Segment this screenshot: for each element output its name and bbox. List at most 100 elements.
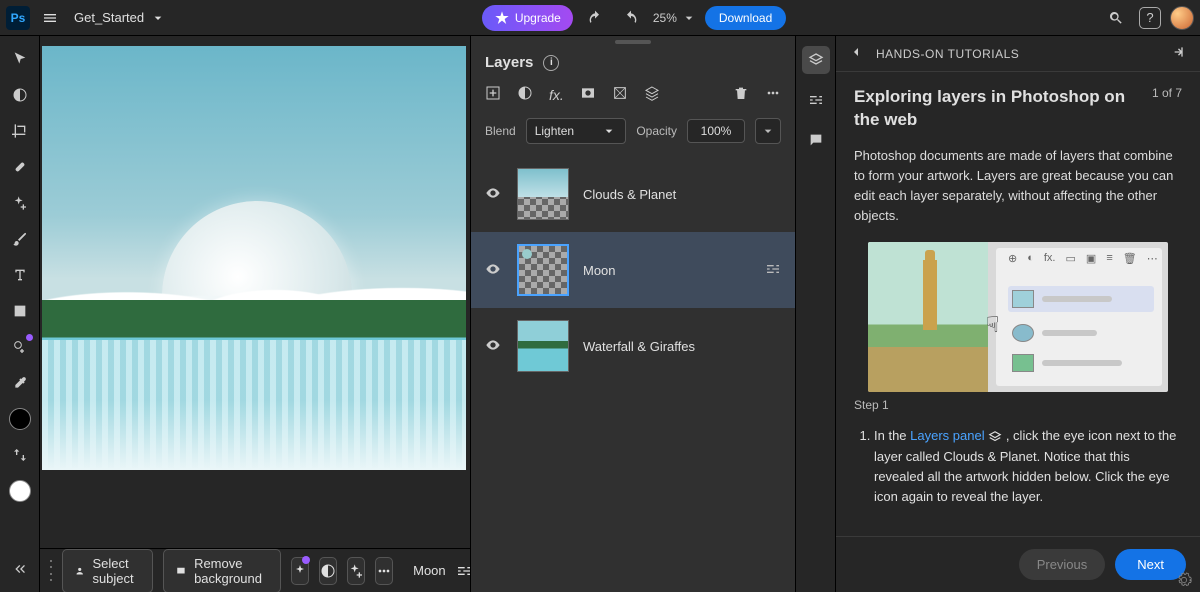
delete-layer-button[interactable] — [733, 85, 749, 104]
tutorial-description: Photoshop documents are made of layers t… — [854, 146, 1182, 227]
visibility-toggle[interactable] — [485, 261, 503, 280]
text-icon — [12, 267, 28, 283]
frame-button[interactable] — [612, 85, 628, 104]
chevron-down-icon — [681, 10, 697, 26]
chevron-down-icon — [601, 123, 617, 139]
adjustment-layer-button[interactable] — [517, 85, 533, 104]
tutorial-dock-button[interactable] — [1172, 44, 1188, 63]
photoshop-logo[interactable]: Ps — [6, 6, 30, 30]
tutorial-title: Exploring layers in Photoshop on the web — [854, 86, 1142, 132]
eye-icon — [485, 185, 501, 201]
collapse-toolbar[interactable] — [5, 554, 35, 584]
hamburger-menu-icon[interactable] — [36, 4, 64, 32]
canvas[interactable] — [42, 46, 466, 470]
crop-tool[interactable] — [5, 116, 35, 146]
dock-right-icon — [1172, 44, 1188, 60]
layer-row[interactable]: Waterfall & Giraffes — [471, 308, 795, 384]
properties-rail-button[interactable] — [802, 86, 830, 114]
person-select-icon — [75, 563, 84, 579]
tutorial-breadcrumb: HANDS-ON TUTORIALS — [876, 47, 1019, 61]
search-icon — [1108, 10, 1124, 26]
opacity-input[interactable]: 100% — [687, 119, 745, 143]
brush-icon — [12, 231, 28, 247]
previous-button[interactable]: Previous — [1019, 549, 1106, 580]
foreground-color[interactable] — [5, 404, 35, 434]
sparkle-plus-icon — [348, 563, 364, 579]
more-actions-button[interactable] — [375, 557, 393, 585]
background-color[interactable] — [5, 476, 35, 506]
cursor-icon — [12, 51, 28, 67]
remove-background-button[interactable]: Remove background — [163, 549, 281, 592]
panel-drag-handle[interactable] — [471, 36, 795, 48]
layer-thumbnail[interactable] — [517, 168, 569, 220]
star-icon — [494, 10, 510, 26]
effects-button[interactable] — [347, 557, 365, 585]
file-name-label: Get_Started — [74, 10, 144, 25]
brush-tool[interactable] — [5, 224, 35, 254]
image-tool[interactable] — [5, 296, 35, 326]
eyedropper-tool[interactable] — [5, 368, 35, 398]
move-tool[interactable] — [5, 44, 35, 74]
comment-icon — [808, 132, 824, 148]
help-icon: ? — [1139, 7, 1161, 29]
layer-row[interactable]: Moon — [471, 232, 795, 308]
layers-icon — [988, 430, 1002, 444]
fx-button[interactable]: fx. — [549, 87, 564, 103]
layers-panel-link[interactable]: Layers panel — [910, 428, 984, 443]
layer-row[interactable]: Clouds & Planet — [471, 156, 795, 232]
search-button[interactable] — [1102, 4, 1130, 32]
mask-button[interactable] — [580, 85, 596, 104]
image-icon — [12, 303, 28, 319]
heal-tool[interactable] — [5, 152, 35, 182]
sliders-icon — [765, 261, 781, 277]
help-button[interactable]: ? — [1136, 4, 1164, 32]
eyedropper-icon — [12, 375, 28, 391]
add-layer-button[interactable] — [485, 85, 501, 104]
more-icon — [765, 85, 781, 101]
upgrade-button[interactable]: Upgrade — [482, 5, 573, 31]
visibility-toggle[interactable] — [485, 337, 503, 356]
layers-stack-button[interactable] — [644, 85, 660, 104]
info-icon[interactable]: i — [543, 55, 559, 71]
comments-rail-button[interactable] — [802, 126, 830, 154]
type-tool[interactable] — [5, 260, 35, 290]
drag-handle-icon[interactable] — [50, 560, 52, 582]
adjustment-button[interactable] — [319, 557, 337, 585]
zoom-dropdown[interactable]: 25% — [653, 10, 697, 26]
user-avatar[interactable] — [1170, 6, 1194, 30]
quick-select-tool[interactable] — [5, 332, 35, 362]
tutorial-back-button[interactable] — [848, 44, 864, 63]
chevron-down-icon — [150, 10, 166, 26]
layer-thumbnail[interactable] — [517, 244, 569, 296]
tutorial-progress: 1 of 7 — [1152, 86, 1182, 100]
adjustment-tool[interactable] — [5, 80, 35, 110]
sliders-icon — [456, 563, 472, 579]
layer-thumbnail[interactable] — [517, 320, 569, 372]
download-button[interactable]: Download — [705, 6, 786, 30]
double-chevron-left-icon — [12, 561, 28, 577]
chevron-left-icon — [848, 44, 864, 60]
generative-tool[interactable] — [5, 188, 35, 218]
file-name-dropdown[interactable]: Get_Started — [74, 10, 166, 26]
layer-properties-button[interactable] — [765, 261, 781, 280]
visibility-toggle[interactable] — [485, 185, 503, 204]
redo-button[interactable] — [617, 4, 645, 32]
blend-label: Blend — [485, 124, 516, 138]
layer-properties-button[interactable] — [456, 557, 472, 585]
bandage-icon — [12, 159, 28, 175]
blend-mode-select[interactable]: Lighten — [526, 118, 627, 144]
more-icon — [376, 563, 392, 579]
select-subject-button[interactable]: Select subject — [62, 549, 153, 592]
opacity-dropdown[interactable] — [755, 118, 781, 144]
generative-fill-button[interactable] — [291, 557, 309, 585]
crop-icon — [12, 123, 28, 139]
tutorial-step-item: In the Layers panel , click the eye icon… — [874, 426, 1182, 507]
settings-button[interactable] — [1174, 570, 1194, 590]
sparkle-icon — [292, 563, 308, 579]
undo-button[interactable] — [581, 4, 609, 32]
sliders-icon — [808, 92, 824, 108]
eye-icon — [485, 337, 501, 353]
layers-rail-button[interactable] — [802, 46, 830, 74]
panel-menu-button[interactable] — [765, 85, 781, 104]
swap-colors[interactable] — [5, 440, 35, 470]
